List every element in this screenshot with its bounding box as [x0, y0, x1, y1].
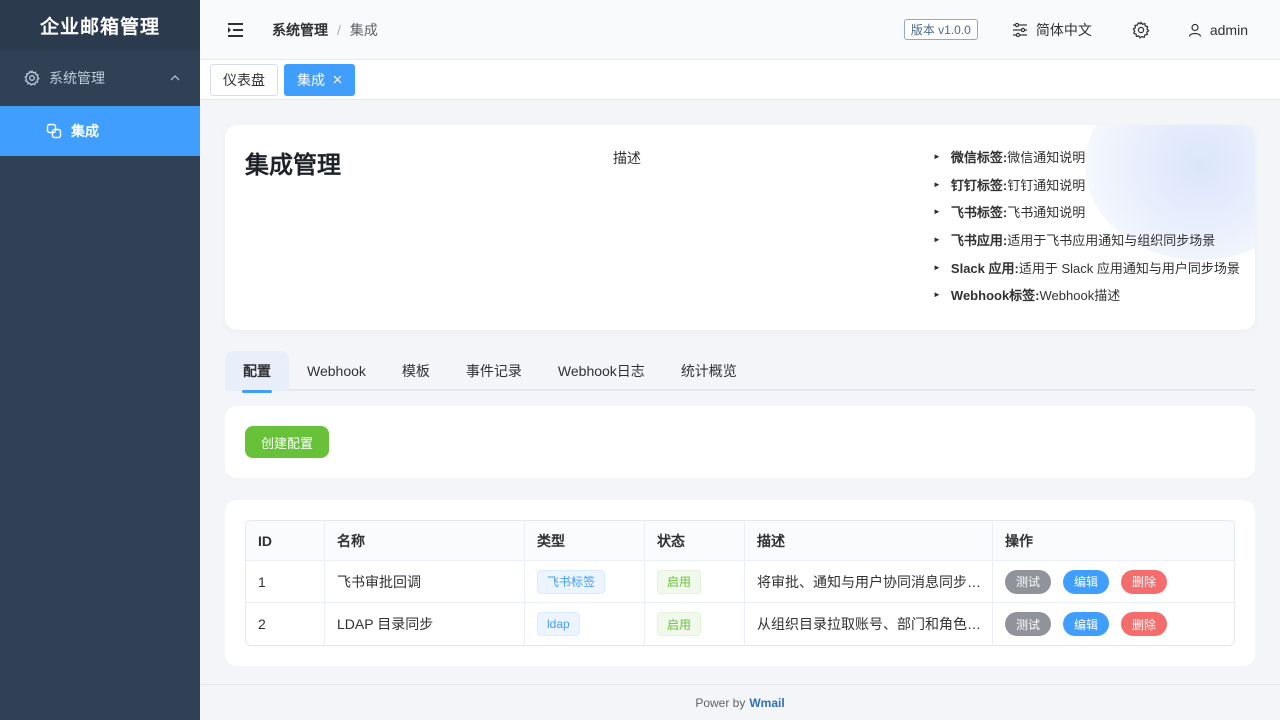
tab-event-log[interactable]: 事件记录 — [448, 351, 540, 391]
sidebar: 企业邮箱管理 系统管理 集成 — [0, 0, 200, 720]
table-row: 2 LDAP 目录同步 ldap 启用 从组织目录拉取账号、部门和角色信息 测试… — [246, 603, 1234, 645]
breadcrumb-item[interactable]: 系统管理 — [272, 20, 328, 40]
triangle-bullet-icon: ► — [933, 235, 941, 245]
tag-dashboard[interactable]: 仪表盘 — [210, 63, 278, 96]
sidebar-group-system[interactable]: 系统管理 — [0, 50, 200, 106]
cell-actions: 测试 编辑 删除 — [993, 603, 1234, 645]
delete-button[interactable]: 删除 — [1121, 612, 1168, 636]
config-table: ID 名称 类型 状态 描述 操作 1 飞书审批回调 飞书标签 启用 将审批、通… — [245, 520, 1235, 646]
sidebar-item-label: 集成 — [71, 123, 99, 139]
table-card: ID 名称 类型 状态 描述 操作 1 飞书审批回调 飞书标签 启用 将审批、通… — [225, 500, 1255, 666]
status-badge: 启用 — [657, 612, 702, 636]
status-badge: 启用 — [657, 569, 702, 594]
cell-status: 启用 — [645, 561, 745, 602]
cell-type: ldap — [525, 603, 645, 645]
column-header-name: 名称 — [325, 521, 525, 560]
user-icon — [1188, 23, 1202, 37]
create-config-button[interactable]: 创建配置 — [245, 426, 330, 458]
tab-webhook[interactable]: Webhook — [289, 351, 384, 391]
edit-button[interactable]: 编辑 — [1063, 569, 1110, 594]
tag-label: 集成 — [297, 71, 325, 88]
cell-name: LDAP 目录同步 — [325, 603, 525, 645]
tab-stats[interactable]: 统计概览 — [663, 351, 755, 391]
test-button[interactable]: 测试 — [1005, 569, 1052, 594]
test-button[interactable]: 测试 — [1005, 612, 1052, 636]
feature-item: ► 飞书应用: 适用于飞书应用通知与组织同步场景 — [933, 233, 1216, 249]
sidebar-item-integration[interactable]: 集成 — [0, 106, 200, 156]
settings-gear-icon[interactable] — [1132, 20, 1150, 39]
feature-item: ► 飞书标签: 飞书通知说明 — [933, 205, 1086, 221]
type-tag: ldap — [537, 612, 580, 636]
version-badge: 版本 v1.0.0 — [903, 19, 978, 40]
footer: Power by Wmail — [200, 684, 1280, 720]
feature-item: ► 微信标签: 微信通知说明 — [933, 150, 1086, 166]
integration-icon — [46, 123, 62, 139]
feature-item: ► 钉钉标签: 钉钉通知说明 — [933, 177, 1086, 193]
user-menu[interactable]: admin — [1188, 22, 1248, 38]
triangle-bullet-icon: ► — [933, 262, 941, 272]
page-title: 集成管理 — [245, 152, 341, 179]
description-label: 描述 — [613, 150, 641, 166]
cell-type: 飞书标签 — [525, 561, 645, 602]
column-header-type: 类型 — [525, 521, 645, 560]
sidebar-group-label: 系统管理 — [49, 70, 105, 86]
gear-icon — [24, 70, 40, 86]
action-card: 创建配置 — [225, 406, 1255, 478]
tag-label: 仪表盘 — [223, 71, 265, 88]
tab-config[interactable]: 配置 — [225, 351, 289, 393]
close-icon[interactable] — [333, 75, 342, 84]
column-header-id: ID — [246, 521, 325, 560]
chevron-up-icon — [170, 75, 180, 81]
footer-prefix: Power by — [695, 695, 746, 710]
feature-item: ► Slack 应用: 适用于 Slack 应用通知与用户同步场景 — [933, 260, 1240, 276]
cell-actions: 测试 编辑 删除 — [993, 561, 1234, 602]
triangle-bullet-icon: ► — [933, 290, 941, 300]
triangle-bullet-icon: ► — [933, 152, 941, 162]
breadcrumb: 系统管理 / 集成 — [272, 20, 378, 40]
column-header-actions: 操作 — [1005, 532, 1033, 549]
cell-id: 2 — [246, 603, 325, 645]
type-tag: 飞书标签 — [537, 569, 606, 594]
intro-card: 集成管理 描述 ► 微信标签: 微信通知说明 ► 钉钉标签: 钉钉通知说明 ► 飞书标… — [225, 125, 1255, 330]
tag-integration[interactable]: 集成 — [284, 63, 355, 96]
feature-item: ► Webhook标签: Webhook描述 — [933, 288, 1121, 304]
language-switcher[interactable]: 简体中文 — [1012, 20, 1092, 40]
tab-template[interactable]: 模板 — [384, 351, 448, 391]
cell-name: 飞书审批回调 — [325, 561, 525, 602]
delete-button[interactable]: 删除 — [1121, 569, 1168, 594]
sliders-icon — [1012, 22, 1028, 37]
table-header-row: ID 名称 类型 状态 描述 操作 — [246, 521, 1234, 561]
username: admin — [1209, 21, 1248, 38]
column-header-description: 描述 — [745, 521, 993, 560]
tags-view: 仪表盘 集成 — [200, 60, 1280, 100]
triangle-bullet-icon: ► — [933, 207, 941, 217]
tabs: 配置 Webhook 模板 事件记录 Webhook日志 统计概览 — [225, 351, 1255, 393]
tab-webhook-log[interactable]: Webhook日志 — [540, 351, 663, 391]
breadcrumb-item: 集成 — [349, 21, 378, 38]
feature-list: ► 微信标签: 微信通知说明 ► 钉钉标签: 钉钉通知说明 ► 飞书标签: 飞书通知说… — [933, 143, 1240, 309]
edit-button[interactable]: 编辑 — [1063, 612, 1110, 636]
cell-description: 从组织目录拉取账号、部门和角色信息 — [745, 603, 993, 645]
triangle-bullet-icon: ► — [933, 179, 941, 189]
top-header: 系统管理 / 集成 版本 v1.0.0 简体中文 admin — [200, 0, 1280, 60]
footer-brand-link[interactable]: Wmail — [749, 696, 784, 710]
app-title: 企业邮箱管理 — [0, 0, 200, 50]
cell-id: 1 — [246, 561, 325, 602]
table-row: 1 飞书审批回调 飞书标签 启用 将审批、通知与用户协同消息同步到飞书 测试 编… — [246, 561, 1234, 603]
language-label: 简体中文 — [1035, 21, 1092, 38]
column-header-status: 状态 — [645, 521, 745, 560]
main-content: 集成管理 描述 ► 微信标签: 微信通知说明 ► 钉钉标签: 钉钉通知说明 ► 飞书标… — [200, 100, 1280, 720]
cell-status: 启用 — [645, 603, 745, 645]
breadcrumb-separator: / — [337, 21, 341, 38]
hamburger-icon[interactable] — [228, 22, 246, 37]
cell-description: 将审批、通知与用户协同消息同步到飞书 — [745, 561, 993, 602]
